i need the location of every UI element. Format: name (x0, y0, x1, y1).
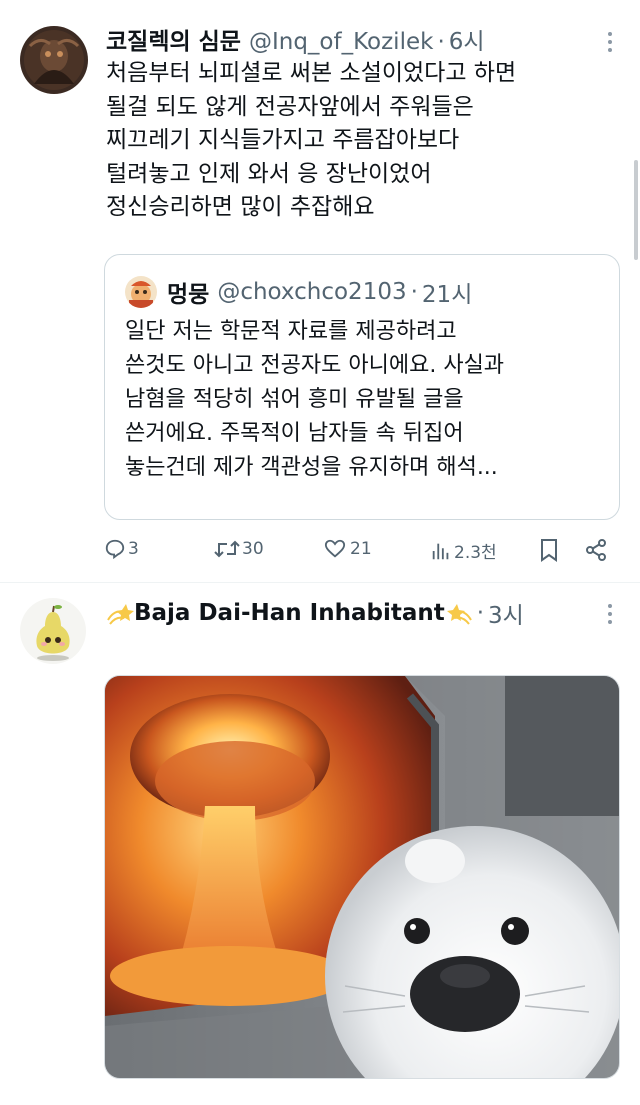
explosion-seal-image-icon (105, 676, 619, 1078)
like-button[interactable]: 21 (324, 538, 372, 560)
reply-button[interactable]: 3 (104, 538, 139, 560)
tweet-text-line: 될걸 되도 않게 전공자앞에서 주워들은 (106, 93, 474, 120)
more-options-icon[interactable] (608, 32, 614, 56)
share-icon (586, 539, 606, 561)
share-button[interactable] (584, 538, 608, 562)
quoted-user-handle[interactable]: @choxchco2103 (217, 279, 406, 305)
tweet-media-image[interactable] (104, 675, 620, 1079)
quoted-display-name[interactable]: 멍뭉 (167, 275, 209, 309)
tweet-text: 처음부터 뇌피셜로 써본 소설이었다고 하면 될걸 되도 않게 전공자앞에서 주… (106, 57, 616, 225)
views-icon (432, 543, 449, 559)
retweet-button[interactable]: 30 (214, 538, 264, 560)
display-name[interactable]: Baja Dai-Han Inhabitant (134, 600, 445, 626)
retweet-icon (214, 540, 240, 558)
scrollbar[interactable] (634, 160, 638, 260)
dizzy-star-icon (107, 604, 134, 625)
separator-dot: · (410, 279, 418, 305)
reply-count: 3 (128, 539, 139, 559)
display-name[interactable]: 코질렉의 심문 (106, 22, 241, 56)
tweet-1[interactable]: 코질렉의 심문 @Inq_of_Kozilek · 6시 처음부터 뇌피셜로 써… (0, 0, 640, 582)
timestamp[interactable]: 6시 (449, 22, 485, 56)
timestamp[interactable]: 3시 (488, 596, 524, 630)
heart-icon (324, 539, 346, 558)
quoted-tweet-header: 멍뭉 @choxchco2103 · 21시 (125, 275, 472, 309)
cartoon-avatar-icon (125, 276, 157, 308)
quoted-timestamp[interactable]: 21시 (422, 275, 472, 309)
quoted-text-line: 쓴것도 아니고 전공자도 아니에요. 사실과 (125, 353, 505, 378)
separator-dot: · (437, 29, 445, 55)
tweet-text-line: 정신승리하면 많이 추잡해요 (106, 194, 375, 220)
dark-fantasy-avatar-icon (20, 26, 88, 94)
like-count: 21 (350, 539, 372, 559)
quoted-text-line: 쓴거에요. 주목적이 남자들 속 뒤집어 (125, 421, 464, 446)
quoted-tweet[interactable]: 멍뭉 @choxchco2103 · 21시 일단 저는 학문적 자료를 제공하… (104, 254, 620, 520)
quoted-text-line: 남혐을 적당히 섞어 흥미 유발될 글을 (125, 387, 464, 412)
retweet-count: 30 (242, 539, 264, 559)
bookmark-button[interactable] (538, 538, 560, 562)
separator-dot: · (476, 600, 485, 626)
author-avatar[interactable] (20, 598, 86, 664)
quoted-tweet-text: 일단 저는 학문적 자료를 제공하려고 쓴것도 아니고 전공자도 아니에요. 사… (125, 315, 605, 485)
tweet-text-line: 찌끄레기 지식들가지고 주름잡아보다 (106, 127, 460, 153)
dizzy-star-icon (446, 604, 472, 625)
tweet-text-line: 처음부터 뇌피셜로 써본 소설이었다고 하면 (106, 60, 517, 86)
tweet-text-line: 털려놓고 인제 와서 응 장난이었어 (106, 160, 432, 187)
bookmark-icon (541, 539, 557, 562)
quoted-text-line: 놓는건데 제가 객관성을 유지하며 해석... (125, 455, 498, 480)
quoted-author-avatar[interactable] (125, 276, 157, 308)
views-button[interactable]: 2.3천 (430, 538, 497, 563)
reply-icon (105, 539, 125, 560)
more-options-icon[interactable] (608, 604, 614, 628)
tweet-actions: 3 30 21 2.3천 (104, 538, 620, 568)
tweet-header: Baja Dai-Han Inhabitant · 3시 (106, 596, 524, 630)
tweet-header: 코질렉의 심문 @Inq_of_Kozilek · 6시 (106, 22, 485, 56)
quoted-text-line: 일단 저는 학문적 자료를 제공하려고 (125, 319, 457, 344)
view-count: 2.3천 (454, 543, 497, 563)
author-avatar[interactable] (20, 26, 88, 94)
pear-character-avatar-icon (20, 598, 86, 664)
user-handle[interactable]: @Inq_of_Kozilek (249, 29, 433, 55)
